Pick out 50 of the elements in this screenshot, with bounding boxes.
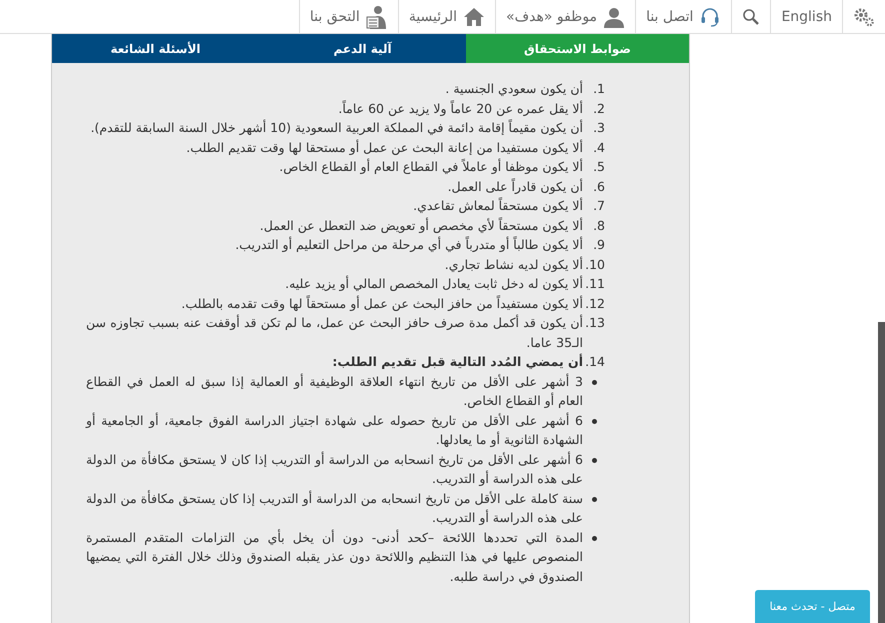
bullet-icon — [592, 458, 597, 462]
list-item-text: ألا يقل عمره عن 20 عاماً ولا يزيد عن 60 عاماً. — [337, 99, 583, 118]
house-icon — [463, 6, 486, 26]
bullet-icon — [592, 418, 597, 424]
person-with-paper-icon — [366, 4, 388, 28]
bullet-icon — [592, 496, 597, 502]
tab[interactable]: الأسئلة الشائعة — [52, 34, 259, 63]
list-item-text: ألا يكون مستفيداً من حافز البحث عن عمل أو مستحقاً لها وقت تقدمه بالطلب. — [180, 294, 583, 313]
list-item-text: أن يكون مقيماً إقامة دائمة في المملكة العربية السعودية (10 أشهر خلال السنة السابقة للتقدم). — [90, 118, 583, 137]
tab[interactable]: آلية الدعم — [259, 34, 466, 63]
list-number: 6. — [592, 178, 605, 196]
bullet-text: سنة كاملة على الأقل من تاريخ انسحابه من الدراسة أو التدريب إذا كان يستحق مكافأة من الدولة على هذه الدراسة أو التدريب. — [86, 489, 583, 527]
contact-nav-item[interactable]: اتصل بنا — [635, 0, 732, 33]
list-number: 14. — [584, 353, 605, 371]
list-number: 8. — [592, 216, 605, 234]
list-number: 10. — [584, 256, 605, 274]
list-number: 11. — [584, 275, 605, 293]
headset-icon — [699, 6, 722, 28]
list-number: 5. — [592, 158, 605, 176]
bullet-icon — [592, 380, 597, 384]
list-number: 2. — [592, 100, 605, 118]
bullet-text: 3 أشهر على الأقل من تاريخ انتهاء العلاقة الوظيفية أو العمالية إذا سبق له العمل في القطاع العام أو القطاع الخاص. — [86, 372, 583, 410]
list-number: 1. — [592, 80, 605, 98]
list-item-text: أن يكون قد أكمل مدة صرف حافز البحث عن عمل، ما لم تكن قد أوقفت عنه بسبب تجاوزه سن الـ35 عاما. — [86, 314, 583, 352]
list-number: 13. — [584, 314, 605, 332]
list-number: 7. — [592, 197, 605, 215]
bullet-icon — [592, 536, 597, 540]
list-item-text: ألا يكون موظفا أو عاملاً في القطاع العام أو القطاع الخاص. — [278, 158, 583, 176]
list-item-text: أن يمضي المُدد التالية قبل تقديم الطلب: — [331, 352, 583, 371]
bullet-text: المدة التي تحددها اللائحة –كحد أدنى- دون أن يخل بأي من التزامات المتقدم المستمرة المنصوص عليها في هذا التنظيم واللائحة دون عذر يقبله الصندوق وذلك خلال الفترة التي يمضيها الصندوق في دراسة طلبه. — [86, 528, 583, 586]
scrollbar[interactable] — [878, 322, 885, 623]
list-item-text: ألا يكون طالباً أو متدرباً في أي مرحلة من مراحل التعليم أو التدريب. — [234, 235, 583, 254]
bullet-text: 6 أشهر على الأقل من تاريخ حصوله على شهادة اجتياز الدراسة الفوق جامعية، أو الجامعية أو الشهادة الثانوية أو ما يعادلها. — [86, 412, 583, 449]
list-item-text: ألا يكون مستحقاً لأي مخصص أو تعويض ضد التعطل عن العمل. — [258, 216, 583, 235]
list-number: 3. — [592, 119, 605, 137]
tab[interactable]: ضوابط الاستحقاق — [466, 34, 689, 63]
list-item-text: ألا يكون مستحقاً لمعاش تقاعدي. — [412, 196, 583, 215]
list-item-text: ألا يكون له دخل ثابت يعادل المخصص المالي أو يزيد عليه. — [284, 274, 583, 293]
settings-icon — [853, 6, 875, 26]
list-number: 4. — [592, 138, 605, 156]
list-item-text: أن يكون قادراً على العمل. — [446, 177, 583, 196]
list-item-text: ألا يكون مستفيدا من إعانة البحث عن عمل أو مستحقا لها وقت تقديم الطلب. — [185, 138, 583, 157]
list-number: 9. — [592, 236, 605, 254]
list-number: 12. — [584, 294, 605, 312]
list-item-text: أن يكون سعودي الجنسية . — [444, 80, 583, 98]
bullet-text: 6 أشهر على الأقل من تاريخ انسحابه من الدراسة أو التدريب إذا كان لا يستحق مكافأة من الدولة على هذه الدراسة أو التدريب. — [86, 450, 583, 488]
search-nav-item[interactable] — [731, 0, 770, 33]
list-item-text: ألا يكون لديه نشاط تجاري. — [444, 256, 583, 274]
search-icon — [742, 8, 760, 26]
person-icon — [603, 6, 626, 28]
